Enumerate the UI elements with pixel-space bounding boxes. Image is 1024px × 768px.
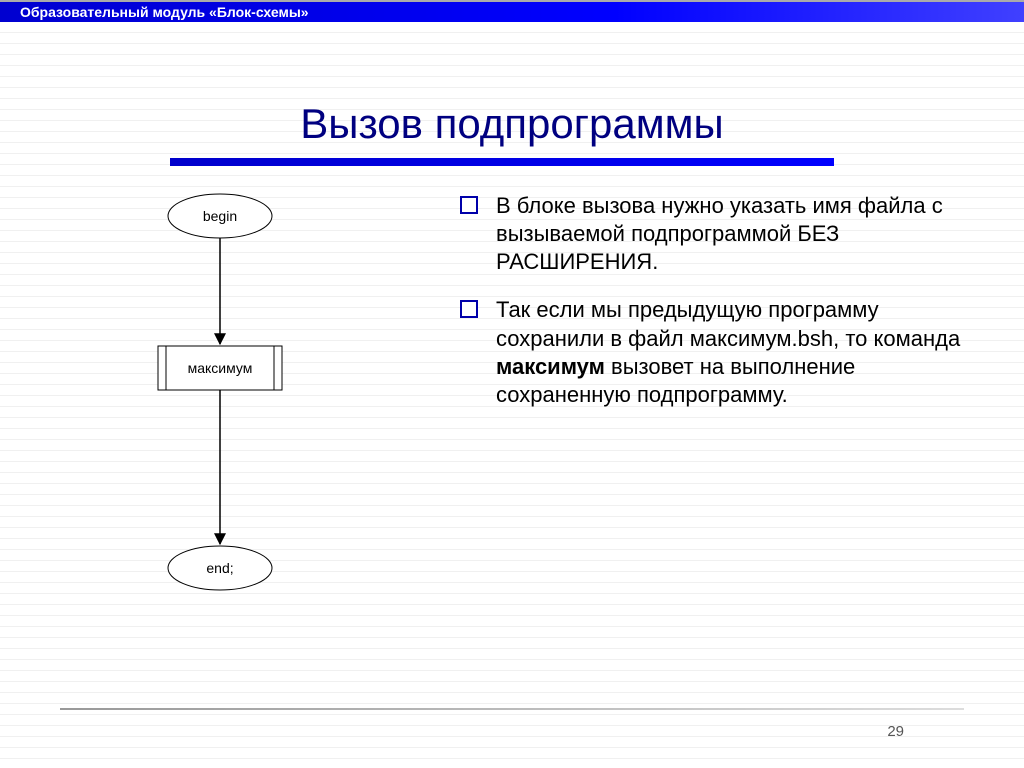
bullet-text-2a: Так если мы предыдущую программу сохрани… [496,297,960,350]
page-title: Вызов подпрограммы [0,100,1024,148]
bullet-item-2: Так если мы предыдущую программу сохрани… [460,296,964,409]
bullet-text-1: В блоке вызова нужно указать имя файла с… [496,193,943,274]
flow-call-label: максимум [188,360,253,376]
header-bar: Образовательный модуль «Блок-схемы» [0,0,1024,22]
flow-end-label: end; [206,560,233,576]
bullet-item-1: В блоке вызова нужно указать имя файла с… [460,192,964,276]
footer-divider [60,708,964,710]
flow-call-node: максимум [158,346,282,390]
content-row: begin максимум end; В блоке вызова нужно… [0,166,1024,626]
flowchart-svg: begin максимум end; [100,186,340,616]
flowchart-column: begin максимум end; [60,186,420,626]
bullet-text-2b: максимум [496,354,605,379]
slide-body: Вызов подпрограммы begin максимум [0,22,1024,768]
bullet-list: В блоке вызова нужно указать имя файла с… [420,186,964,626]
page-number: 29 [887,723,904,740]
title-underline [170,158,834,166]
flow-begin-label: begin [203,208,237,224]
